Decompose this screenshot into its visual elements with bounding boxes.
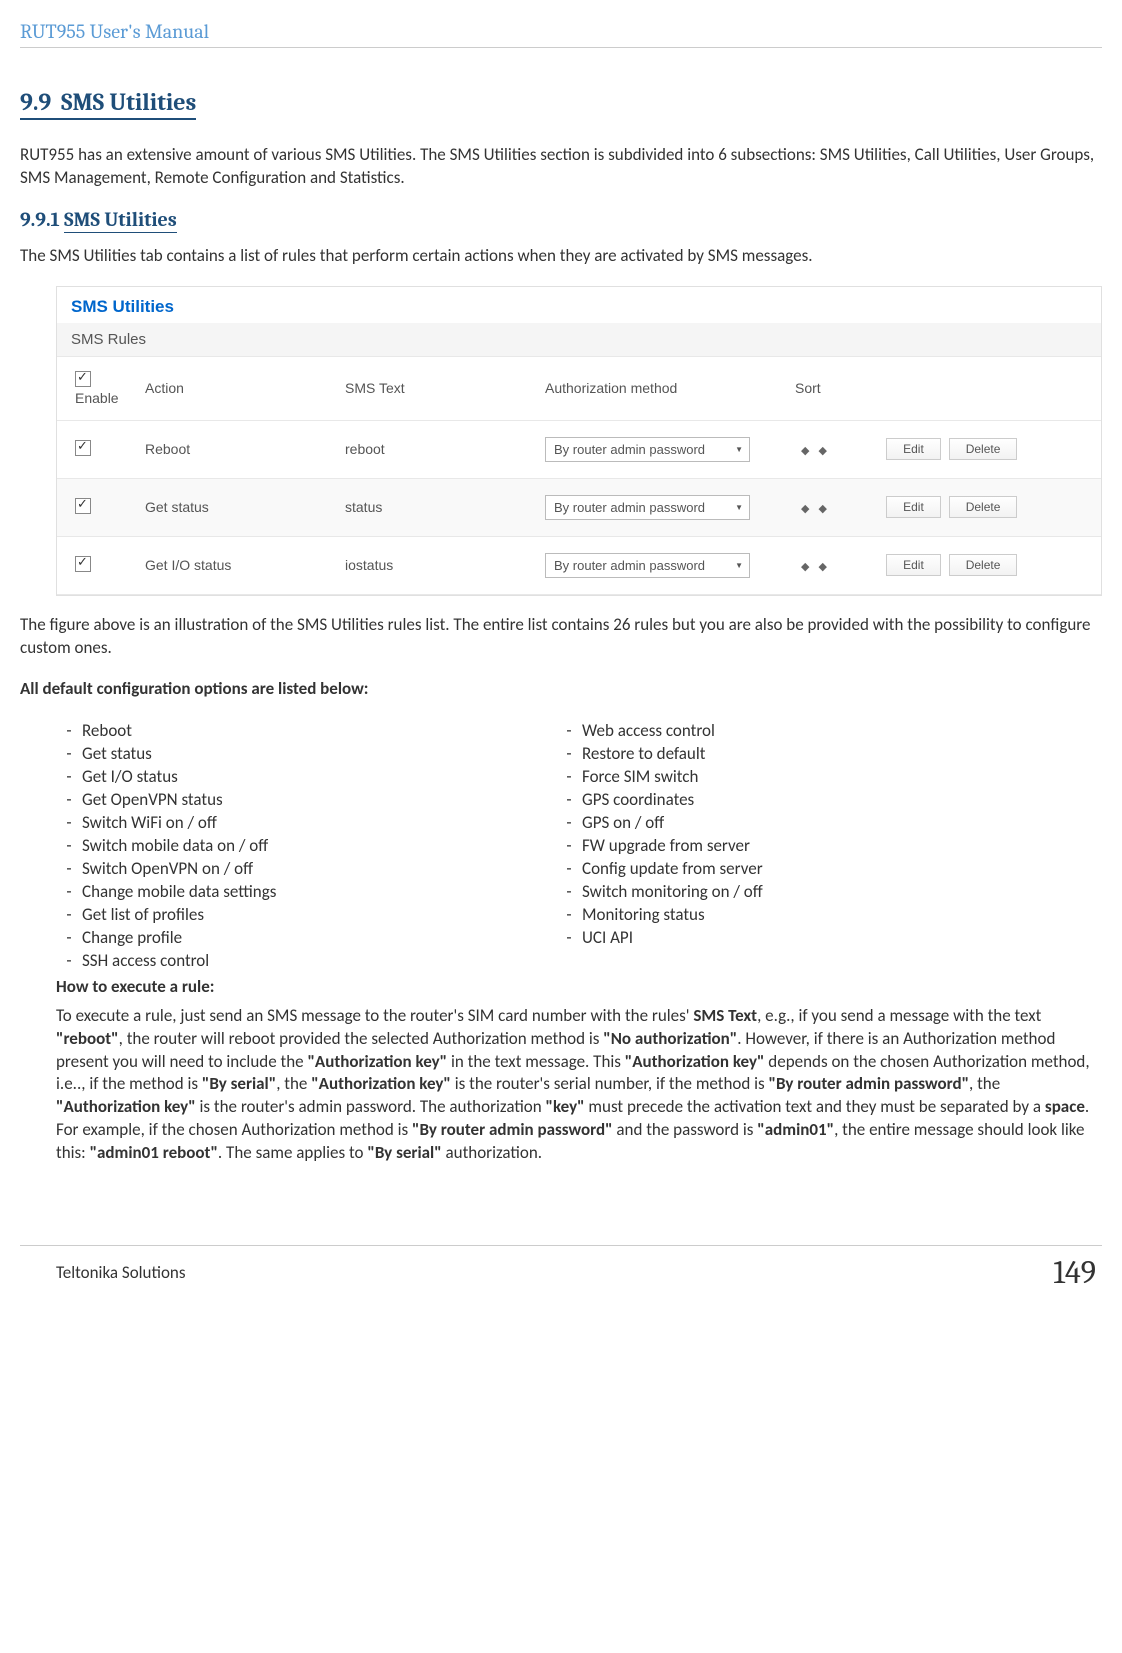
list-item: Switch OpenVPN on / off	[56, 857, 556, 880]
footer-left: Teltonika Solutions	[56, 1262, 186, 1283]
section-intro: RUT955 has an extensive amount of variou…	[20, 144, 1102, 190]
row-checkbox[interactable]	[75, 556, 91, 572]
execute-heading: How to execute a rule:	[56, 976, 1102, 997]
sms-rules-table: Enable Action SMS Text Authorization met…	[57, 357, 1101, 595]
page-footer: Teltonika Solutions 149	[20, 1245, 1102, 1291]
edit-button[interactable]: Edit	[886, 438, 941, 460]
list-item: Switch WiFi on / off	[56, 811, 556, 834]
col-sort: Sort	[785, 357, 874, 421]
list-item: Restore to default	[556, 742, 1056, 765]
list-item: Get I/O status	[56, 765, 556, 788]
table-row: Reboot reboot By router admin password ◆…	[57, 420, 1101, 478]
options-list-left: Reboot Get status Get I/O status Get Ope…	[56, 719, 556, 972]
execute-paragraph: To execute a rule, just send an SMS mess…	[20, 1005, 1102, 1166]
row-sms-text: iostatus	[335, 536, 535, 594]
list-item: Switch mobile data on / off	[56, 834, 556, 857]
col-enable: Enable	[75, 390, 119, 406]
row-checkbox[interactable]	[75, 440, 91, 456]
list-item: Web access control	[556, 719, 1056, 742]
sms-utilities-screenshot: SMS Utilities SMS Rules Enable Action SM…	[56, 286, 1102, 596]
options-columns: Reboot Get status Get I/O status Get Ope…	[56, 719, 1102, 972]
list-item: GPS coordinates	[556, 788, 1056, 811]
doc-header: RUT955 User's Manual	[20, 20, 1102, 48]
section-number: 9.9	[20, 88, 51, 116]
col-auth: Authorization method	[535, 357, 785, 421]
delete-button[interactable]: Delete	[949, 438, 1018, 460]
list-item: Monitoring status	[556, 903, 1056, 926]
list-item: Config update from server	[556, 857, 1056, 880]
sort-arrows-icon[interactable]: ◆ ◆	[795, 503, 836, 515]
after-figure-text: The figure above is an illustration of t…	[20, 614, 1102, 660]
auth-select[interactable]: By router admin password	[545, 437, 750, 462]
list-item: Get status	[56, 742, 556, 765]
row-action: Reboot	[135, 420, 335, 478]
enable-all-checkbox[interactable]	[75, 371, 91, 387]
delete-button[interactable]: Delete	[949, 496, 1018, 518]
options-list-right: Web access control Restore to default Fo…	[556, 719, 1056, 949]
list-item: Get list of profiles	[56, 903, 556, 926]
section-title: SMS Utilities	[61, 88, 196, 116]
list-item: FW upgrade from server	[556, 834, 1056, 857]
list-item: Change profile	[56, 926, 556, 949]
list-item: Get OpenVPN status	[56, 788, 556, 811]
edit-button[interactable]: Edit	[886, 496, 941, 518]
delete-button[interactable]: Delete	[949, 554, 1018, 576]
sms-rules-subtitle: SMS Rules	[57, 323, 1101, 357]
table-row: Get status status By router admin passwo…	[57, 478, 1101, 536]
auth-select[interactable]: By router admin password	[545, 495, 750, 520]
col-action: Action	[135, 357, 335, 421]
subsection-number: 9.9.1	[20, 208, 60, 231]
edit-button[interactable]: Edit	[886, 554, 941, 576]
page-number: 149	[1053, 1254, 1096, 1291]
row-action: Get I/O status	[135, 536, 335, 594]
table-row: Get I/O status iostatus By router admin …	[57, 536, 1101, 594]
list-item: Change mobile data settings	[56, 880, 556, 903]
options-heading: All default configuration options are li…	[20, 678, 1102, 701]
list-item: Force SIM switch	[556, 765, 1056, 788]
sort-arrows-icon[interactable]: ◆ ◆	[795, 561, 836, 573]
list-item: Reboot	[56, 719, 556, 742]
list-item: GPS on / off	[556, 811, 1056, 834]
list-item: UCI API	[556, 926, 1056, 949]
section-heading: 9.9 SMS Utilities	[20, 88, 196, 120]
auth-select[interactable]: By router admin password	[545, 553, 750, 578]
row-sms-text: reboot	[335, 420, 535, 478]
sort-arrows-icon[interactable]: ◆ ◆	[795, 445, 836, 457]
col-sms-text: SMS Text	[335, 357, 535, 421]
subsection-heading: 9.9.1 SMS Utilities	[20, 208, 1102, 231]
subsection-title: SMS Utilities	[64, 208, 177, 233]
row-sms-text: status	[335, 478, 535, 536]
list-item: Switch monitoring on / off	[556, 880, 1056, 903]
row-checkbox[interactable]	[75, 498, 91, 514]
sms-title: SMS Utilities	[57, 287, 1101, 323]
row-action: Get status	[135, 478, 335, 536]
list-item: SSH access control	[56, 949, 556, 972]
subsection-intro: The SMS Utilities tab contains a list of…	[20, 245, 1102, 268]
